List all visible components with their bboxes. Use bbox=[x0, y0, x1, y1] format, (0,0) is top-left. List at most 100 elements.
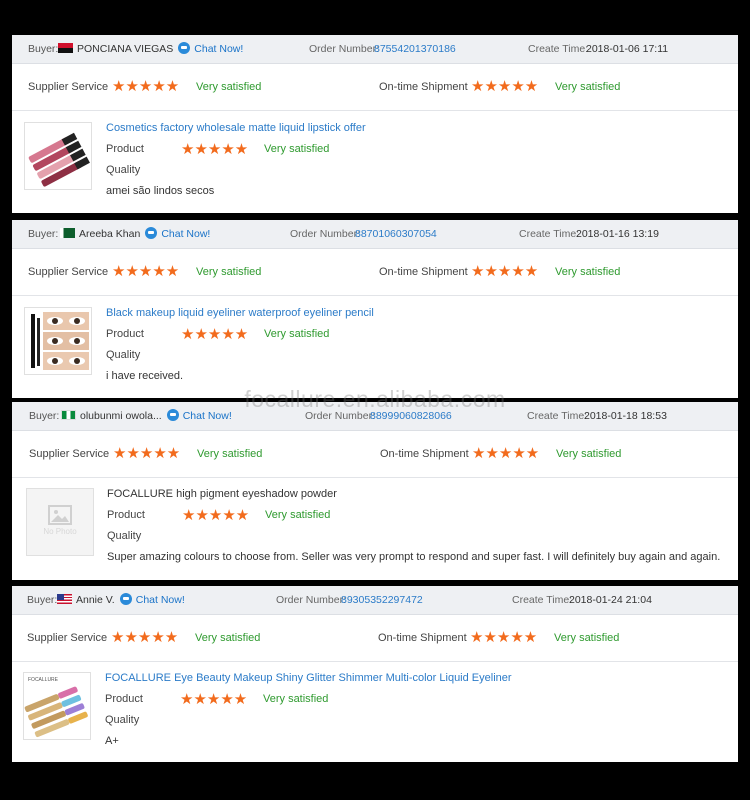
product-rating: Very satisfied bbox=[263, 693, 329, 705]
ontime-shipment-rating: Very satisfied bbox=[556, 448, 622, 460]
create-time-value: 2018-01-24 21:04 bbox=[569, 594, 652, 606]
order-number-label: Order Number: bbox=[276, 594, 347, 606]
ontime-shipment-rating: Very satisfied bbox=[555, 266, 621, 278]
ontime-shipment-label: On-time Shipment bbox=[378, 632, 467, 644]
buyer-info: Areeba Khan Chat Now! bbox=[60, 220, 210, 248]
order-number-link[interactable]: 87554201370186 bbox=[374, 35, 456, 63]
supplier-service-label: Supplier Service bbox=[28, 81, 109, 93]
product-review: No Photo FOCALLURE high pigment eyeshado… bbox=[12, 478, 738, 578]
service-ratings-row: Supplier Service ★★★★★ Very satisfied On… bbox=[12, 431, 738, 478]
supplier-service-stars: ★★★★★ bbox=[112, 78, 180, 95]
product-stars: ★★★★★ bbox=[181, 141, 249, 158]
quality-label: Quality bbox=[106, 349, 141, 361]
image-placeholder-icon bbox=[48, 505, 72, 525]
create-time-label: Create Time: bbox=[512, 594, 573, 606]
review-card: Buyer: Areeba Khan Chat Now! Order Number… bbox=[12, 220, 738, 398]
supplier-service-rating: Very satisfied bbox=[197, 448, 263, 460]
product-rating: Very satisfied bbox=[264, 143, 330, 155]
product-title-link[interactable]: Black makeup liquid eyeliner waterproof … bbox=[106, 307, 374, 319]
chat-now-link[interactable]: Chat Now! bbox=[161, 228, 210, 240]
buyer-label: Buyer: bbox=[27, 594, 58, 606]
product-thumbnail[interactable] bbox=[24, 307, 92, 375]
quality-label: Quality bbox=[107, 530, 142, 542]
review-comment: Super amazing colours to choose from. Se… bbox=[107, 551, 721, 563]
buyer-name: Areeba Khan bbox=[79, 228, 141, 240]
chat-now-link[interactable]: Chat Now! bbox=[194, 43, 243, 55]
supplier-service-stars: ★★★★★ bbox=[111, 629, 179, 646]
ontime-shipment-rating: Very satisfied bbox=[554, 632, 620, 644]
buyer-name: PONCIANA VIEGAS bbox=[77, 43, 174, 55]
usa-flag-icon bbox=[57, 594, 72, 604]
store-watermark: focallure.en.alibaba.com bbox=[244, 386, 506, 412]
product-label: Product bbox=[106, 143, 144, 155]
supplier-service-stars: ★★★★★ bbox=[113, 445, 181, 462]
create-time-value: 2018-01-06 17:11 bbox=[586, 43, 669, 55]
product-rating: Very satisfied bbox=[265, 509, 331, 521]
review-card: Buyer: Annie V. Chat Now! Order Number: 8… bbox=[12, 586, 738, 762]
review-comment: amei são lindos secos bbox=[106, 185, 215, 197]
thumbnail-brand-label: FOCALLURE bbox=[28, 677, 59, 683]
product-stars: ★★★★★ bbox=[180, 691, 248, 708]
ontime-shipment-label: On-time Shipment bbox=[379, 81, 468, 93]
ontime-shipment-rating: Very satisfied bbox=[555, 81, 621, 93]
create-time-label: Create Time: bbox=[519, 228, 580, 240]
create-time-value: 2018-01-16 13:19 bbox=[576, 228, 659, 240]
ontime-shipment-stars: ★★★★★ bbox=[472, 445, 540, 462]
order-number-link[interactable]: 88701060307054 bbox=[355, 220, 437, 248]
ontime-shipment-stars: ★★★★★ bbox=[470, 629, 538, 646]
chat-icon[interactable] bbox=[178, 42, 191, 54]
chat-icon[interactable] bbox=[145, 227, 158, 239]
review-card: Buyer: PONCIANA VIEGAS Chat Now! Order Nu… bbox=[12, 35, 738, 213]
ontime-shipment-label: On-time Shipment bbox=[380, 448, 469, 460]
service-ratings-row: Supplier Service ★★★★★ Very satisfied On… bbox=[12, 249, 738, 296]
supplier-service-rating: Very satisfied bbox=[196, 81, 262, 93]
ontime-shipment-stars: ★★★★★ bbox=[471, 78, 539, 95]
review-comment: A+ bbox=[105, 735, 119, 747]
buyer-label: Buyer: bbox=[28, 43, 59, 55]
product-thumbnail[interactable]: No Photo bbox=[26, 488, 94, 556]
buyer-label: Buyer: bbox=[28, 228, 59, 240]
product-title-link[interactable]: FOCALLURE Eye Beauty Makeup Shiny Glitte… bbox=[105, 672, 512, 684]
ontime-shipment-stars: ★★★★★ bbox=[471, 263, 539, 280]
angola-flag-icon bbox=[58, 43, 73, 53]
order-number-link[interactable]: 89305352297472 bbox=[341, 586, 423, 614]
product-thumbnail[interactable] bbox=[24, 122, 92, 190]
product-stars: ★★★★★ bbox=[181, 326, 249, 343]
quality-label: Quality bbox=[106, 164, 141, 176]
buyer-info: PONCIANA VIEGAS Chat Now! bbox=[58, 35, 243, 63]
supplier-service-label: Supplier Service bbox=[27, 632, 108, 644]
chat-now-link[interactable]: Chat Now! bbox=[136, 594, 185, 606]
chat-icon[interactable] bbox=[119, 593, 132, 605]
order-number-label: Order Number: bbox=[290, 228, 361, 240]
buyer-name: Annie V. bbox=[76, 594, 115, 606]
product-label: Product bbox=[105, 693, 143, 705]
create-time-label: Create Time: bbox=[528, 43, 589, 55]
pakistan-flag-icon bbox=[60, 228, 75, 238]
product-review: Black makeup liquid eyeliner waterproof … bbox=[12, 296, 738, 396]
supplier-service-rating: Very satisfied bbox=[195, 632, 261, 644]
product-review: FOCALLURE FOCALLURE Eye Beauty Makeup Sh… bbox=[12, 662, 738, 760]
review-header: Buyer: Areeba Khan Chat Now! Order Number… bbox=[12, 220, 738, 249]
product-label: Product bbox=[106, 328, 144, 340]
eyeliner-product-image bbox=[25, 308, 91, 374]
product-title: FOCALLURE high pigment eyeshadow powder bbox=[107, 488, 337, 500]
quality-label: Quality bbox=[105, 714, 140, 726]
ontime-shipment-label: On-time Shipment bbox=[379, 266, 468, 278]
supplier-service-stars: ★★★★★ bbox=[112, 263, 180, 280]
supplier-service-label: Supplier Service bbox=[29, 448, 110, 460]
review-card: Buyer: olubunmi owola... Chat Now! Order … bbox=[12, 402, 738, 580]
supplier-service-rating: Very satisfied bbox=[196, 266, 262, 278]
product-stars: ★★★★★ bbox=[182, 507, 250, 524]
review-comment: i have received. bbox=[106, 370, 184, 382]
review-header: Buyer: Annie V. Chat Now! Order Number: 8… bbox=[12, 586, 738, 615]
service-ratings-row: Supplier Service ★★★★★ Very satisfied On… bbox=[12, 64, 738, 111]
product-thumbnail[interactable]: FOCALLURE bbox=[23, 672, 91, 740]
order-number-label: Order Number: bbox=[309, 43, 380, 55]
product-review: Cosmetics factory wholesale matte liquid… bbox=[12, 111, 738, 211]
product-rating: Very satisfied bbox=[264, 328, 330, 340]
buyer-info: Annie V. Chat Now! bbox=[57, 586, 185, 614]
no-photo-label: No Photo bbox=[43, 527, 77, 536]
product-title-link[interactable]: Cosmetics factory wholesale matte liquid… bbox=[106, 122, 366, 134]
product-label: Product bbox=[107, 509, 145, 521]
lipstick-product-image bbox=[25, 123, 91, 189]
